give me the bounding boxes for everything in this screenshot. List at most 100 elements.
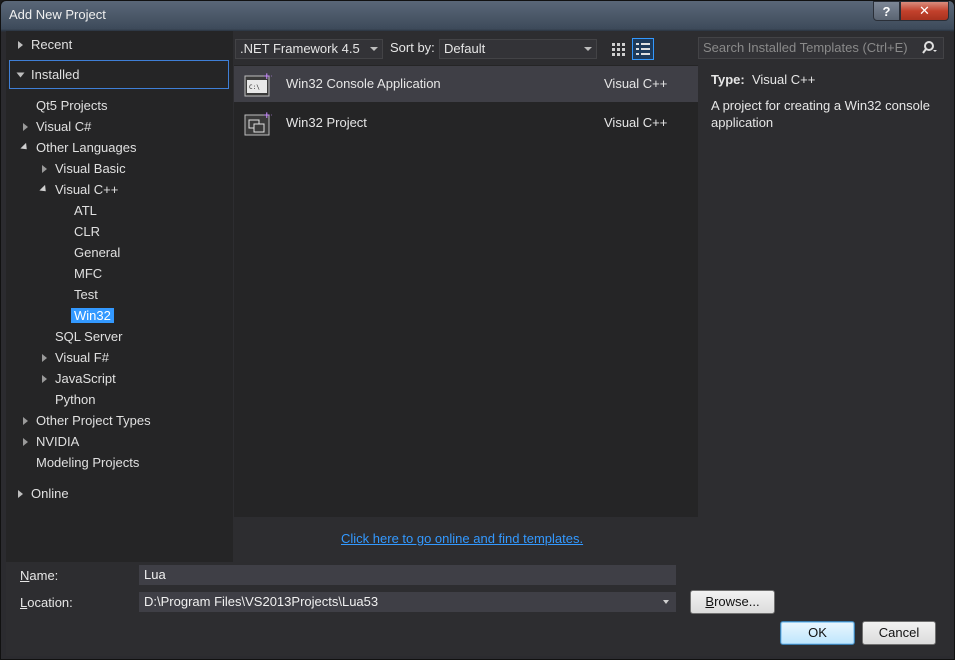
ok-button[interactable]: OK [780,621,855,645]
framework-value: .NET Framework 4.5 [240,41,360,56]
browse-rest: rowse... [714,594,760,609]
tree-item-nvidia[interactable]: NVIDIA [23,432,79,452]
tree-label: Python [55,392,96,407]
tree-item-installed[interactable]: Installed [16,65,80,85]
tree-label: General [74,245,121,260]
tree-item-other-project-types[interactable]: Other Project Types [23,411,151,431]
expand-arrow-icon[interactable] [42,354,47,362]
name-label: Name: [20,568,58,583]
add-new-project-dialog: Add New Project ? ✕ Recent Installed Qt5… [0,0,955,660]
tree-item-atl[interactable]: ATL [74,201,97,221]
list-item[interactable]: C:\ ++ Win32 Console Application Visual … [234,66,698,102]
template-description: A project for creating a Win32 console a… [711,98,930,130]
search-icon[interactable] [922,40,938,56]
tree-label: Visual F# [55,350,109,365]
dialog-title: Add New Project [9,7,106,22]
framework-select[interactable]: .NET Framework 4.5 [235,39,383,59]
expand-arrow-icon[interactable] [42,375,47,383]
type-value: Visual C++ [751,72,816,87]
expand-arrow-icon[interactable] [18,490,23,498]
template-name: Win32 Console Application [286,76,441,91]
tree-item-win32[interactable]: Win32 [71,306,114,326]
tree-item-modeling-projects[interactable]: Modeling Projects [36,453,139,473]
expand-arrow-icon[interactable] [23,417,28,425]
template-name: Win32 Project [286,115,367,130]
tree-label: JavaScript [55,371,116,386]
template-toolbar: .NET Framework 4.5 Sort by: Default [233,31,699,65]
cancel-button[interactable]: Cancel [862,621,936,645]
search-placeholder: Search Installed Templates (Ctrl+E) [703,40,908,55]
location-label-rest: ocation: [27,595,73,610]
console-app-icon: C:\ ++ [244,72,272,97]
tree-label: Visual C# [36,119,92,134]
chevron-down-icon [584,47,592,51]
collapse-arrow-icon[interactable] [39,184,49,195]
tree-label: Recent [31,37,73,52]
tree-item-qt5[interactable]: Qt5 Projects [36,96,108,116]
win32-project-icon: ++ [244,111,272,136]
tree-label: NVIDIA [36,434,80,449]
tree-item-other-languages[interactable]: Other Languages [20,138,137,158]
list-view-button[interactable] [632,38,654,60]
collapse-arrow-icon[interactable] [20,142,30,153]
online-templates-link[interactable]: Click here to go online and find templat… [341,531,583,546]
browse-button[interactable]: Browse... [690,590,775,614]
tree-label: ATL [74,203,97,218]
sort-by-label: Sort by: [390,40,435,55]
tree-item-recent[interactable]: Recent [18,35,72,55]
tree-item-online[interactable]: Online [18,484,69,504]
list-item[interactable]: ++ Win32 Project Visual C++ [234,105,698,141]
tree-item-visual-basic[interactable]: Visual Basic [42,159,126,179]
tree-item-javascript[interactable]: JavaScript [42,369,116,389]
tree-item-general[interactable]: General [74,243,120,263]
tree-label: CLR [74,224,101,239]
grid-view-icon [612,43,625,56]
tree-item-visual-fsharp[interactable]: Visual F# [42,348,109,368]
list-view-icon [636,43,650,55]
template-type: Type: Visual C++ [711,72,815,87]
tree-label: MFC [74,266,103,281]
type-label: Type: [711,72,745,87]
browse-key: B [705,594,715,609]
tree-item-python[interactable]: Python [55,390,95,410]
template-tree: Recent Installed Qt5 Projects Visual C# … [6,31,233,562]
template-language: Visual C++ [604,76,668,91]
name-label-rest: ame: [29,568,59,583]
expand-arrow-icon[interactable] [42,165,47,173]
help-button[interactable]: ? [873,1,900,21]
sort-select[interactable]: Default [439,39,597,59]
tree-label: Modeling Projects [36,455,140,470]
tree-label-selected: Win32 [71,308,114,323]
expand-arrow-icon[interactable] [23,438,28,446]
tree-label: Other Languages [36,140,137,155]
tree-item-test[interactable]: Test [74,285,98,305]
template-list: C:\ ++ Win32 Console Application Visual … [234,65,698,517]
tree-item-clr[interactable]: CLR [74,222,100,242]
small-icons-view-button[interactable] [607,38,629,60]
expand-arrow-icon[interactable] [18,41,23,49]
dialog-client: Recent Installed Qt5 Projects Visual C# … [6,31,950,656]
location-label: Location: [20,595,73,610]
chevron-down-icon[interactable] [663,600,669,604]
search-input[interactable]: Search Installed Templates (Ctrl+E) [698,37,944,59]
svg-text:++: ++ [263,111,272,121]
tree-item-mfc[interactable]: MFC [74,264,102,284]
tree-label: Installed [31,67,80,82]
collapse-arrow-icon[interactable] [16,72,25,78]
chevron-down-icon [370,47,378,51]
expand-arrow-icon[interactable] [23,123,28,131]
tree-label: Other Project Types [36,413,151,428]
tree-item-sql-server[interactable]: SQL Server [55,327,122,347]
tree-label: SQL Server [55,329,123,344]
title-bar[interactable]: Add New Project ? ✕ [1,1,954,31]
close-button[interactable]: ✕ [900,1,949,21]
svg-text:++: ++ [263,72,272,82]
tree-item-visual-cpp[interactable]: Visual C++ [39,180,119,200]
sort-value: Default [444,41,486,56]
tree-label: Visual C++ [55,182,119,197]
project-name-field[interactable]: Lua [139,565,676,585]
tree-label: Test [74,287,98,302]
template-details: Type: Visual C++ A project for creating … [699,65,950,184]
tree-item-visual-csharp[interactable]: Visual C# [23,117,91,137]
location-field[interactable]: D:\Program Files\VS2013Projects\Lua53 [139,592,676,612]
